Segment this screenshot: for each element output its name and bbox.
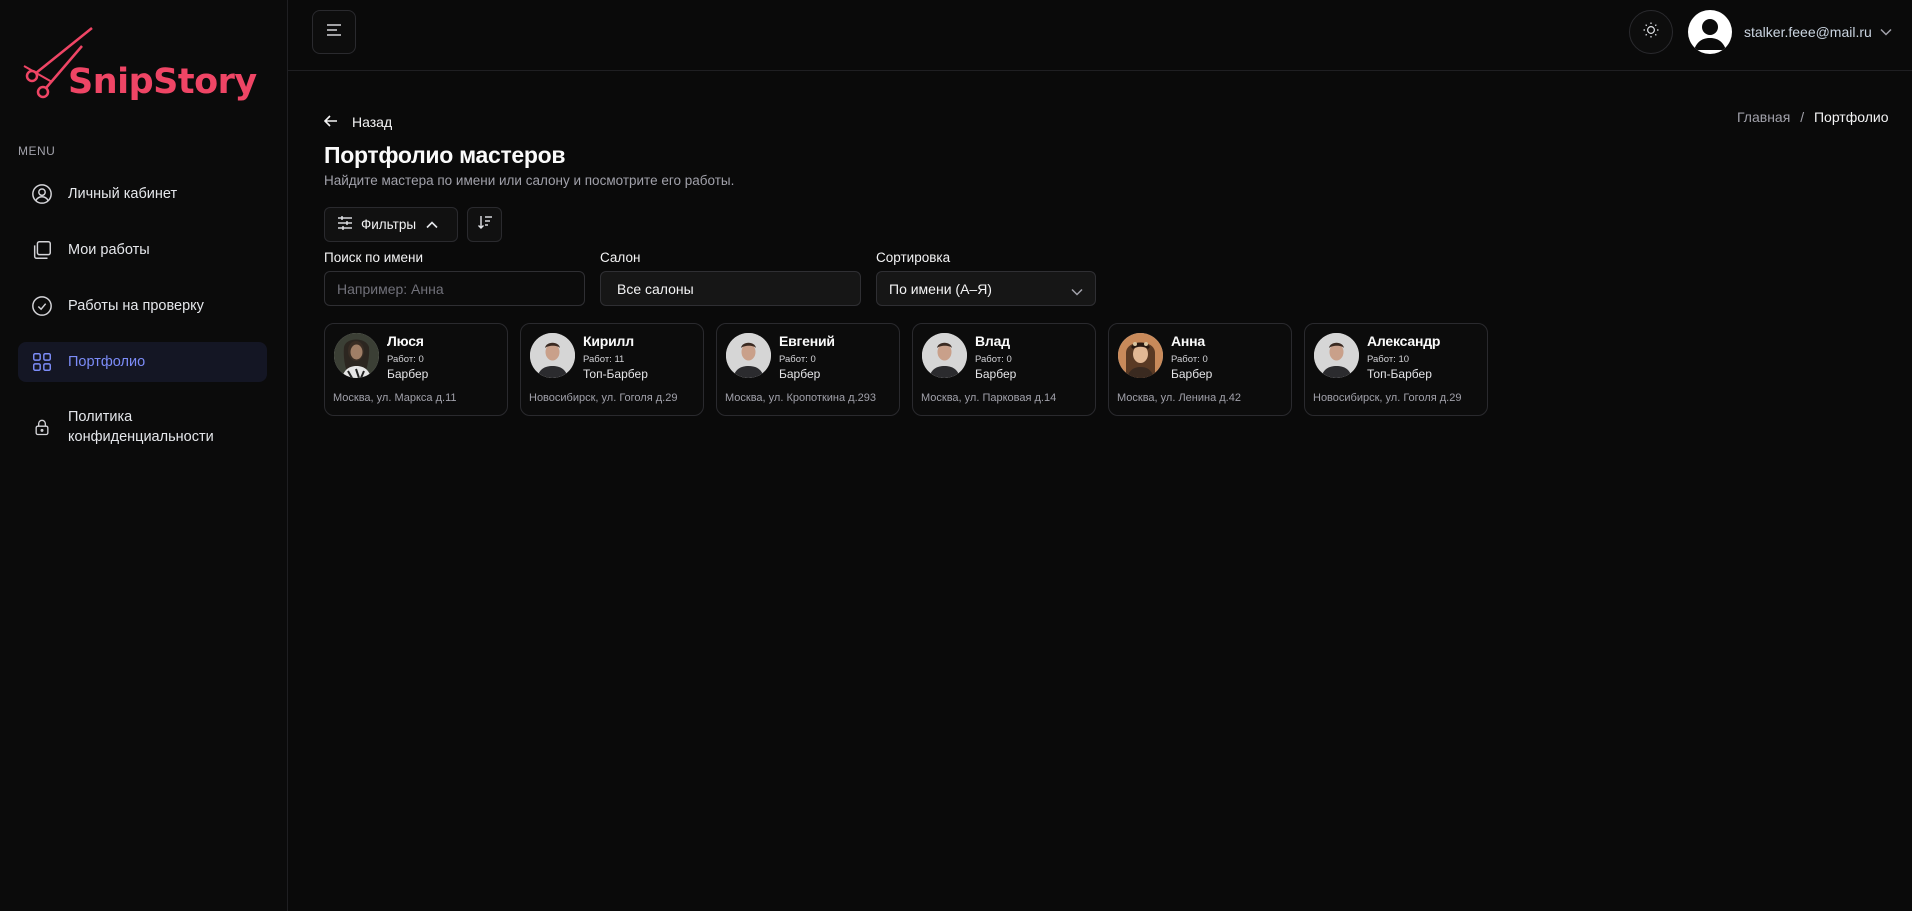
sort-select[interactable]: По имени (А–Я) <box>876 271 1096 306</box>
grid-icon <box>30 350 54 374</box>
sidebar-item-label: Портфолио <box>68 354 146 370</box>
salon-select-value: Все салоны <box>617 280 694 297</box>
salon-label: Салон <box>600 250 641 265</box>
master-role: Топ-Барбер <box>583 367 648 381</box>
back-label: Назад <box>352 114 393 130</box>
user-circle-icon <box>30 182 54 206</box>
sidebar-item-label: Политика конфиденциальности <box>68 409 214 445</box>
master-card[interactable]: Кирилл Работ: 11 Топ-Барбер Новосибирск,… <box>520 323 704 416</box>
logo[interactable]: SnipStory <box>22 26 257 106</box>
sidebar-item-profile[interactable]: Личный кабинет <box>18 174 267 214</box>
chevron-down-icon <box>1071 283 1083 299</box>
master-avatar <box>726 333 771 378</box>
sliders-icon <box>337 215 353 234</box>
sort-direction-button[interactable] <box>467 207 502 242</box>
master-card[interactable]: Влад Работ: 0 Барбер Москва, ул. Паркова… <box>912 323 1096 416</box>
sort-select-value: По имени (А–Я) <box>889 280 992 297</box>
page-title: Портфолио мастеров <box>324 142 566 168</box>
theme-toggle-button[interactable] <box>1629 10 1673 54</box>
master-avatar <box>1314 333 1359 378</box>
master-role: Барбер <box>387 367 429 381</box>
sort-label: Сортировка <box>876 250 951 265</box>
master-name: Люся <box>387 333 424 349</box>
breadcrumb-home[interactable]: Главная <box>1737 109 1790 125</box>
salon-select[interactable]: Все салоны <box>600 271 861 306</box>
master-address: Москва, ул. Ленина д.42 <box>1117 392 1241 404</box>
master-role: Топ-Барбер <box>1367 367 1432 381</box>
master-avatar <box>1118 333 1163 378</box>
master-role: Барбер <box>975 367 1017 381</box>
user-menu[interactable]: stalker.feee@mail.ru <box>1688 10 1892 54</box>
arrow-left-icon <box>323 114 338 130</box>
master-works-count: Работ: 0 <box>1171 354 1208 365</box>
sidebar-item-label: Личный кабинет <box>68 186 178 202</box>
master-name: Кирилл <box>583 333 634 349</box>
sidebar-nav: Личный кабинет Мои работы Работы на пров… <box>18 174 267 472</box>
chevron-up-icon <box>426 217 438 232</box>
breadcrumb: Главная / Портфолио <box>1737 109 1888 125</box>
master-works-count: Работ: 0 <box>387 354 424 365</box>
breadcrumb-separator: / <box>1800 109 1805 125</box>
master-address: Новосибирск, ул. Гоголя д.29 <box>529 392 678 404</box>
master-card[interactable]: Анна Работ: 0 Барбер Москва, ул. Ленина … <box>1108 323 1292 416</box>
master-avatar <box>922 333 967 378</box>
search-input[interactable] <box>324 271 585 306</box>
master-role: Барбер <box>1171 367 1213 381</box>
master-address: Москва, ул. Маркса д.11 <box>333 392 457 404</box>
sun-icon <box>1642 21 1660 44</box>
user-email: stalker.feee@mail.ru <box>1744 24 1872 40</box>
master-avatar <box>530 333 575 378</box>
master-address: Новосибирск, ул. Гоголя д.29 <box>1313 392 1462 404</box>
main-content: stalker.feee@mail.ru Назад Главная / Пор… <box>288 0 1912 911</box>
master-avatar <box>334 333 379 378</box>
sidebar-item-my-works[interactable]: Мои работы <box>18 230 267 270</box>
sidebar: SnipStory MENU Личный кабинет Мои работы <box>0 0 288 911</box>
avatar <box>1688 10 1732 54</box>
sidebar-item-review[interactable]: Работы на проверку <box>18 286 267 326</box>
sidebar-item-label: Мои работы <box>68 242 150 258</box>
master-address: Москва, ул. Парковая д.14 <box>921 392 1057 404</box>
sidebar-item-privacy[interactable]: Политика конфиденциальности <box>18 398 267 456</box>
master-name: Евгений <box>779 333 835 349</box>
search-label: Поиск по имени <box>324 250 424 265</box>
lock-icon <box>30 415 54 439</box>
page-subtitle: Найдите мастера по имени или салону и по… <box>324 173 735 188</box>
master-address: Москва, ул. Кропоткина д.293 <box>725 392 877 404</box>
sort-icon <box>477 214 493 235</box>
master-works-count: Работ: 0 <box>975 354 1012 365</box>
filters-button[interactable]: Фильтры <box>324 207 458 242</box>
copy-icon <box>30 238 54 262</box>
master-name: Анна <box>1171 333 1206 349</box>
master-card[interactable]: Евгений Работ: 0 Барбер Москва, ул. Кроп… <box>716 323 900 416</box>
master-name: Влад <box>975 333 1010 349</box>
filters-label: Фильтры <box>361 217 417 232</box>
sidebar-item-portfolio[interactable]: Портфолио <box>18 342 267 382</box>
master-role: Барбер <box>779 367 821 381</box>
sidebar-item-label: Работы на проверку <box>68 298 204 314</box>
menu-icon <box>326 23 342 42</box>
masters-list: Люся Работ: 0 Барбер Москва, ул. Маркса … <box>324 323 1500 416</box>
master-works-count: Работ: 10 <box>1367 354 1410 365</box>
master-works-count: Работ: 11 <box>583 354 625 365</box>
master-works-count: Работ: 0 <box>779 354 816 365</box>
menu-toggle-button[interactable] <box>312 10 356 54</box>
master-card[interactable]: Люся Работ: 0 Барбер Москва, ул. Маркса … <box>324 323 508 416</box>
breadcrumb-current: Портфолио <box>1813 109 1889 125</box>
brand-name: SnipStory <box>68 62 257 102</box>
top-bar: stalker.feee@mail.ru <box>288 0 1912 71</box>
check-circle-icon <box>30 294 54 318</box>
master-name: Александр <box>1367 333 1441 349</box>
master-card[interactable]: Александр Работ: 10 Топ-Барбер Новосибир… <box>1304 323 1488 416</box>
menu-caption: MENU <box>18 144 56 158</box>
chevron-down-icon <box>1880 28 1892 36</box>
back-link[interactable]: Назад <box>323 114 393 130</box>
